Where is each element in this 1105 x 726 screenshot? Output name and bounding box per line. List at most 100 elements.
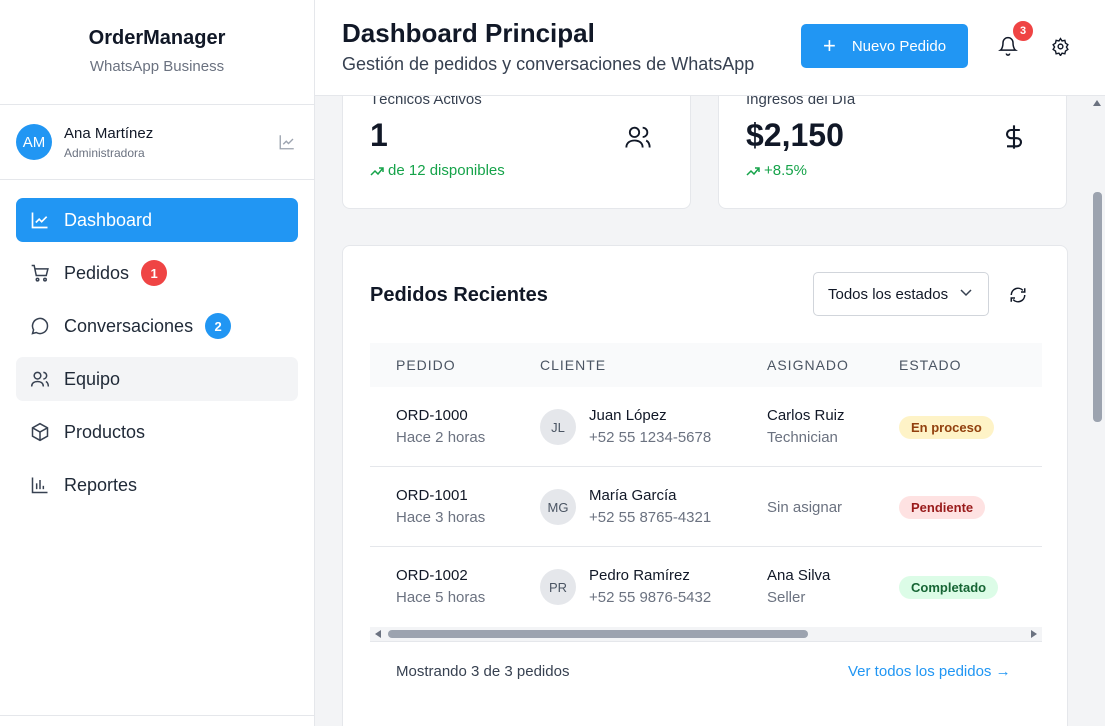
stat-trend-text: +8.5%: [764, 162, 807, 179]
sidebar: OrderManager WhatsApp Business AM Ana Ma…: [0, 0, 315, 726]
user-panel[interactable]: AM Ana Martínez Administradora: [0, 105, 314, 180]
conversaciones-badge: 2: [205, 313, 232, 339]
orders-title: Pedidos Recientes: [370, 284, 548, 306]
plus-icon: +: [822, 33, 836, 58]
sidebar-item-label: Pedidos: [64, 262, 130, 283]
brand-title: OrderManager: [88, 27, 226, 49]
order-cell: ORD-1000 Hace 2 horas: [396, 407, 485, 446]
sidebar-item-equipo[interactable]: Equipo: [16, 357, 298, 401]
assignee-cell: Carlos Ruiz Technician: [767, 407, 845, 446]
order-time: Hace 3 horas: [396, 509, 486, 526]
scrollbar-thumb[interactable]: [388, 630, 808, 638]
client-phone: +52 55 8765-4321: [589, 509, 712, 526]
table-header: PEDIDO CLIENTE ASIGNADO ESTADO: [370, 343, 1042, 387]
page-subtitle: Gestión de pedidos y conversaciones de W…: [342, 54, 755, 74]
client-name: María García: [589, 487, 677, 504]
orders-table: PEDIDO CLIENTE ASIGNADO ESTADO ORD-1000 …: [370, 343, 1042, 627]
stat-value: 1: [370, 117, 388, 153]
brand-subtitle: WhatsApp Business: [89, 58, 225, 75]
column-header: PEDIDO: [396, 357, 456, 373]
user-role: Administradora: [64, 145, 145, 160]
status-cell: En proceso: [899, 416, 994, 439]
assignee-role: Technician: [767, 429, 838, 446]
order-time: Hace 2 horas: [396, 429, 486, 446]
dollar-icon: [1000, 123, 1028, 151]
box-icon: [30, 422, 50, 442]
stat-trend: +8.5%: [746, 162, 807, 179]
table-row[interactable]: ORD-1000 Hace 2 horas JL Juan López +52 …: [370, 387, 1042, 467]
status-cell: Completado: [899, 576, 999, 599]
order-time: Hace 5 horas: [396, 589, 486, 606]
client-name: Pedro Ramírez: [589, 567, 690, 584]
vertical-scrollbar[interactable]: [1090, 96, 1105, 726]
client-phone: +52 55 9876-5432: [589, 589, 712, 606]
scroll-right-icon[interactable]: [1031, 630, 1037, 638]
top-header: Dashboard Principal Gestión de pedidos y…: [315, 0, 1105, 96]
user-name: Ana Martínez: [64, 124, 154, 142]
status-filter-value: Todos los estados: [828, 285, 949, 303]
stat-trend-text: de 12 disponibles: [388, 162, 505, 179]
sidebar-item-productos[interactable]: Productos: [16, 410, 298, 454]
assignee-name: Ana Silva: [767, 567, 831, 584]
assignee-role: Seller: [767, 589, 806, 606]
order-id: ORD-1001: [396, 487, 468, 504]
status-cell: Pendiente: [899, 496, 986, 519]
showing-count: Mostrando 3 de 3 pedidos: [396, 663, 570, 680]
bar-chart-icon: [30, 475, 50, 495]
pedidos-badge: 1: [141, 260, 168, 286]
table-row[interactable]: ORD-1001 Hace 3 horas MG María García +5…: [370, 467, 1042, 547]
order-cell: ORD-1002 Hace 5 horas: [396, 567, 485, 606]
new-order-label: Nuevo Pedido: [851, 37, 947, 55]
status-filter-select[interactable]: Todos los estados: [813, 272, 989, 316]
sidebar-item-conversaciones[interactable]: Conversaciones 2: [16, 304, 298, 348]
avatar: JL: [540, 409, 576, 445]
client-cell: MG María García +52 55 8765-4321: [540, 487, 711, 526]
column-header: CLIENTE: [540, 357, 607, 373]
sidebar-nav: Dashboard Pedidos 1 Conversaciones 2 Equ…: [0, 180, 314, 507]
trend-up-icon: [370, 166, 384, 176]
refresh-icon[interactable]: [1009, 286, 1027, 304]
assignee-cell: Ana Silva Seller: [767, 567, 830, 606]
sidebar-item-label: Conversaciones: [64, 315, 194, 336]
sidebar-item-reportes[interactable]: Reportes: [16, 463, 298, 507]
order-id: ORD-1000: [396, 407, 468, 424]
stat-value: $2,150: [746, 117, 844, 153]
stat-label: Ingresos del Día: [746, 96, 856, 108]
chevron-down-icon: [960, 289, 972, 297]
horizontal-scrollbar[interactable]: [370, 627, 1042, 641]
status-badge: Pendiente: [899, 496, 986, 519]
sidebar-item-label: Reportes: [64, 474, 138, 495]
page-title: Dashboard Principal: [342, 18, 595, 48]
trend-up-icon: [746, 166, 760, 176]
table-row[interactable]: ORD-1002 Hace 5 horas PR Pedro Ramírez +…: [370, 547, 1042, 627]
column-header: ESTADO: [899, 357, 962, 373]
sidebar-item-label: Dashboard: [64, 209, 153, 230]
assignee-cell: Sin asignar: [767, 499, 842, 516]
stat-card-technicians: Técnicos Activos 1 de 12 disponibles: [342, 96, 691, 209]
sidebar-item-dashboard[interactable]: Dashboard: [16, 198, 298, 242]
view-all-orders-link[interactable]: Ver todos los pedidos →: [848, 663, 1011, 680]
assignee-name: Sin asignar: [767, 499, 843, 516]
status-badge: Completado: [899, 576, 999, 599]
assignee-name: Carlos Ruiz: [767, 407, 845, 424]
order-id: ORD-1002: [396, 567, 468, 584]
new-order-button[interactable]: + Nuevo Pedido: [801, 24, 968, 68]
stat-label: Técnicos Activos: [370, 96, 482, 108]
gear-icon[interactable]: [1051, 37, 1070, 57]
avatar: PR: [540, 569, 576, 605]
order-cell: ORD-1001 Hace 3 horas: [396, 487, 485, 526]
users-icon: [624, 123, 652, 151]
user-info: Ana Martínez Administradora: [64, 125, 153, 160]
avatar: AM: [16, 124, 52, 160]
cart-icon: [30, 263, 50, 283]
scroll-up-icon[interactable]: [1093, 100, 1101, 106]
scroll-left-icon[interactable]: [375, 630, 381, 638]
stat-card-revenue: Ingresos del Día $2,150 +8.5%: [718, 96, 1067, 209]
sidebar-item-pedidos[interactable]: Pedidos 1: [16, 251, 298, 295]
scrollbar-thumb[interactable]: [1093, 192, 1102, 422]
chart-line-icon[interactable]: [278, 133, 296, 151]
notifications-badge: 3: [1012, 20, 1034, 42]
chart-line-icon: [30, 210, 50, 230]
status-badge: En proceso: [899, 416, 994, 439]
client-cell: JL Juan López +52 55 1234-5678: [540, 407, 711, 446]
